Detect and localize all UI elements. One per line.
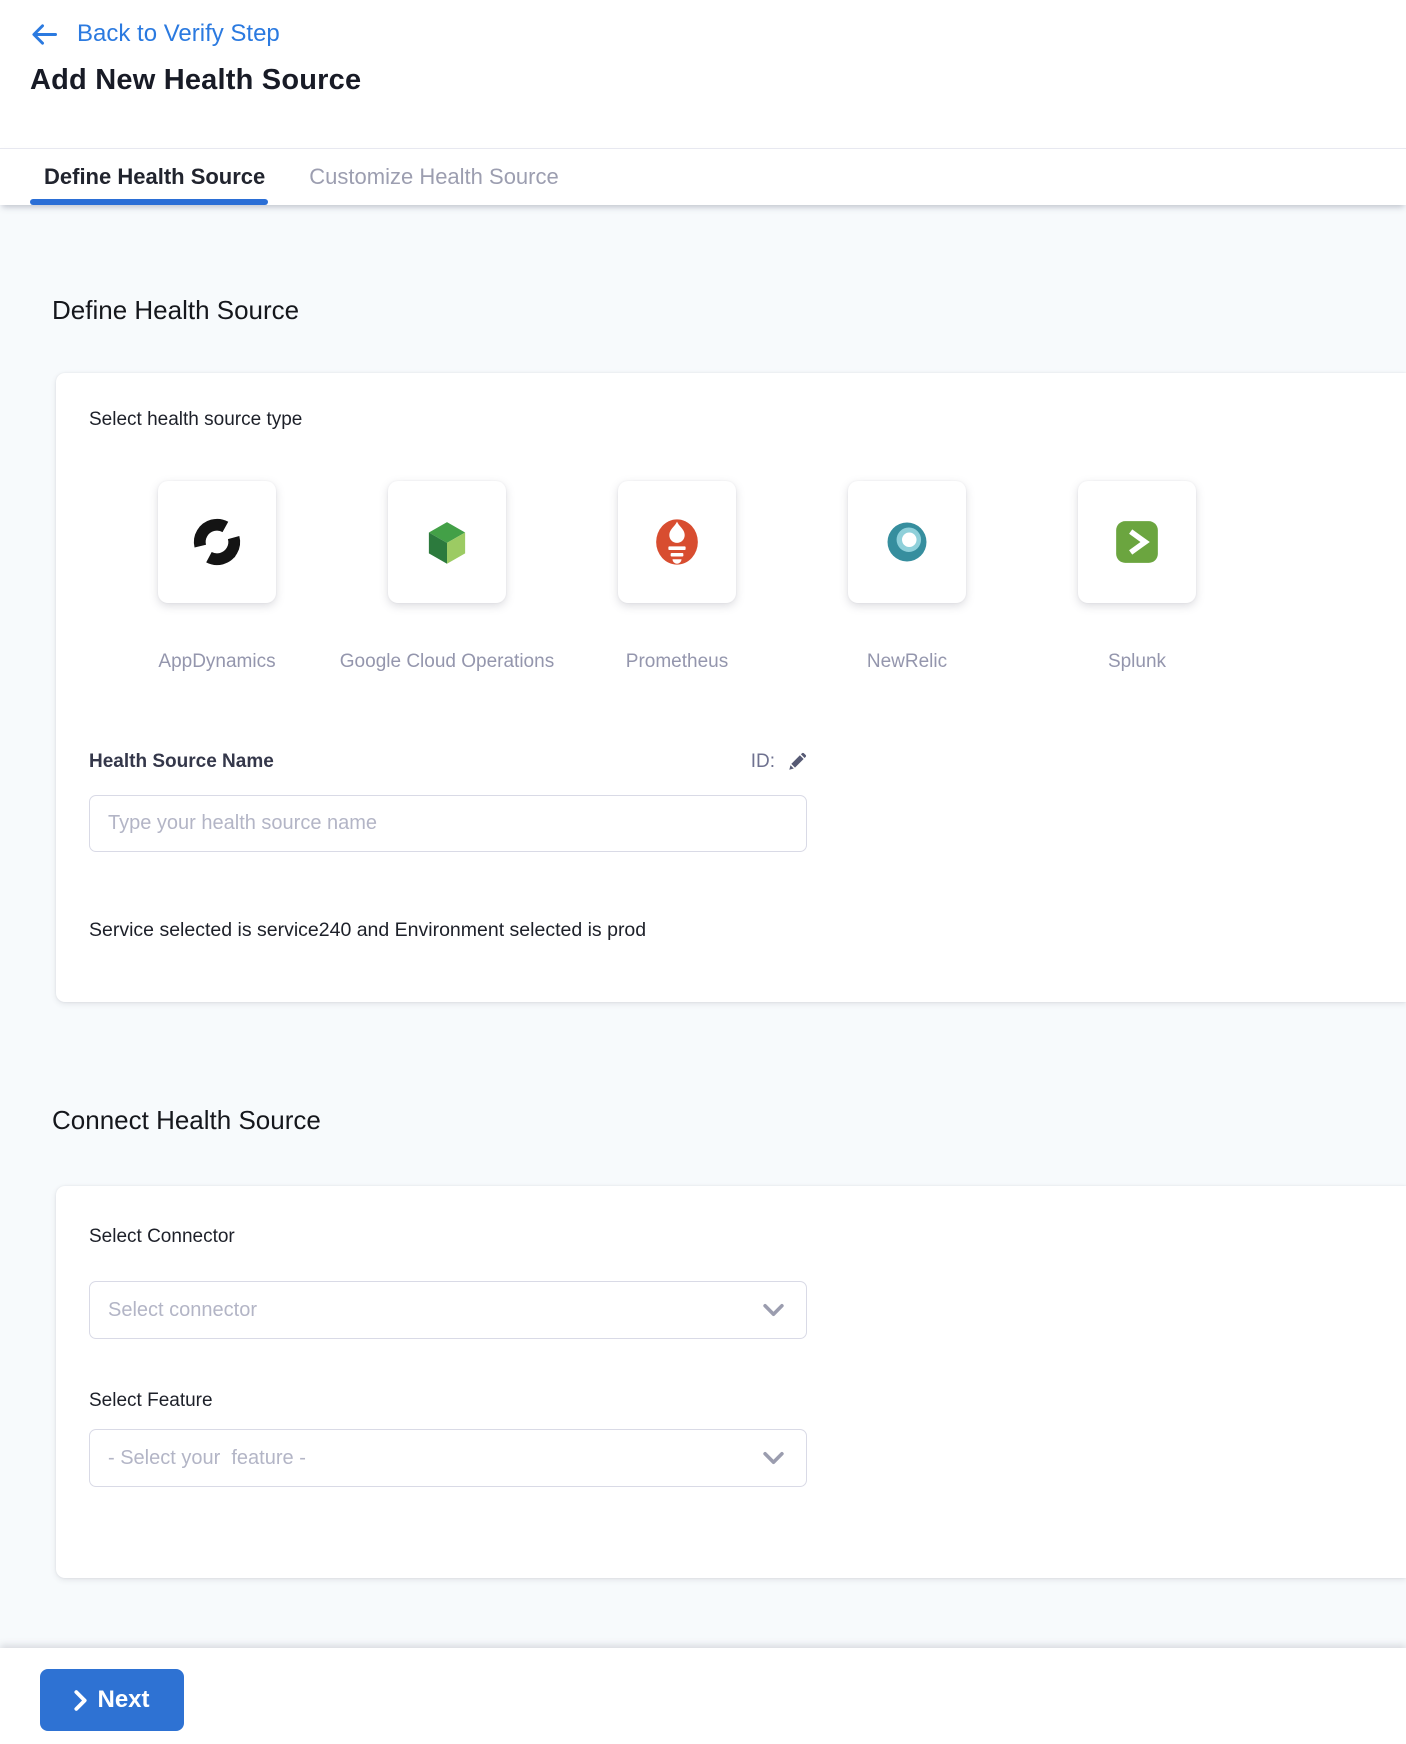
back-link-label[interactable]: Back to Verify Step bbox=[77, 20, 280, 48]
appdynamics-tile[interactable] bbox=[158, 481, 276, 603]
select-connector-label: Select Connector bbox=[89, 1226, 235, 1248]
feature-select-placeholder: - Select your feature - bbox=[108, 1447, 306, 1470]
health-source-name-label: Health Source Name bbox=[89, 751, 274, 773]
prometheus-icon bbox=[648, 513, 706, 571]
define-health-source-card: Select health source type AppDynamics bbox=[56, 373, 1406, 1002]
splunk-icon bbox=[1108, 513, 1166, 571]
google-cloud-operations-tile[interactable] bbox=[388, 481, 506, 603]
source-type-newrelic: NewRelic bbox=[792, 481, 1022, 673]
source-type-splunk: Splunk bbox=[1022, 481, 1252, 673]
edit-id-pencil-icon[interactable] bbox=[787, 752, 807, 772]
tab-customize-health-source[interactable]: Customize Health Source bbox=[309, 164, 558, 190]
id-block: ID: bbox=[751, 751, 807, 773]
source-type-label: NewRelic bbox=[867, 651, 947, 673]
feature-select[interactable]: - Select your feature - bbox=[89, 1429, 807, 1487]
newrelic-tile[interactable] bbox=[848, 481, 966, 603]
content-area: Define Health Source Select health sourc… bbox=[0, 205, 1406, 1648]
source-type-google-cloud-operations: Google Cloud Operations bbox=[332, 481, 562, 673]
source-type-appdynamics: AppDynamics bbox=[102, 481, 332, 673]
next-button[interactable]: Next bbox=[40, 1669, 184, 1731]
connector-select[interactable]: Select connector bbox=[89, 1281, 807, 1339]
chevron-down-icon bbox=[763, 1452, 784, 1465]
newrelic-icon bbox=[878, 513, 936, 571]
source-type-label: Google Cloud Operations bbox=[340, 651, 554, 673]
back-arrow-icon bbox=[30, 21, 57, 48]
next-button-label: Next bbox=[97, 1686, 149, 1714]
health-source-type-list: AppDynamics Google Cloud Operations bbox=[102, 481, 1252, 673]
next-chevron-icon bbox=[74, 1690, 87, 1711]
health-source-name-row: Health Source Name ID: bbox=[89, 751, 807, 773]
source-type-prometheus: Prometheus bbox=[562, 481, 792, 673]
health-source-name-input[interactable] bbox=[89, 795, 807, 852]
chevron-down-icon bbox=[763, 1304, 784, 1317]
tab-define-health-source[interactable]: Define Health Source bbox=[44, 164, 265, 190]
connect-health-source-card: Select Connector Select connector Select… bbox=[56, 1186, 1406, 1578]
connect-section-heading: Connect Health Source bbox=[52, 1105, 321, 1136]
appdynamics-icon bbox=[188, 513, 246, 571]
select-type-label: Select health source type bbox=[89, 409, 302, 431]
add-health-source-page: Back to Verify Step Add New Health Sourc… bbox=[0, 0, 1406, 1744]
source-type-label: Prometheus bbox=[626, 651, 728, 673]
prometheus-tile[interactable] bbox=[618, 481, 736, 603]
google-cloud-operations-icon bbox=[418, 513, 476, 571]
tab-bar: Define Health Source Customize Health So… bbox=[0, 148, 1406, 205]
splunk-tile[interactable] bbox=[1078, 481, 1196, 603]
page-title: Add New Health Source bbox=[30, 64, 361, 97]
connector-select-placeholder: Select connector bbox=[108, 1299, 257, 1322]
select-feature-label: Select Feature bbox=[89, 1390, 213, 1412]
footer-bar: Next bbox=[0, 1648, 1406, 1744]
define-section-heading: Define Health Source bbox=[52, 295, 299, 326]
source-type-label: Splunk bbox=[1108, 651, 1166, 673]
back-link[interactable]: Back to Verify Step bbox=[30, 20, 280, 48]
service-environment-text: Service selected is service240 and Envir… bbox=[89, 919, 646, 942]
active-tab-underline bbox=[30, 199, 268, 205]
id-label: ID: bbox=[751, 751, 775, 773]
source-type-label: AppDynamics bbox=[158, 651, 275, 673]
